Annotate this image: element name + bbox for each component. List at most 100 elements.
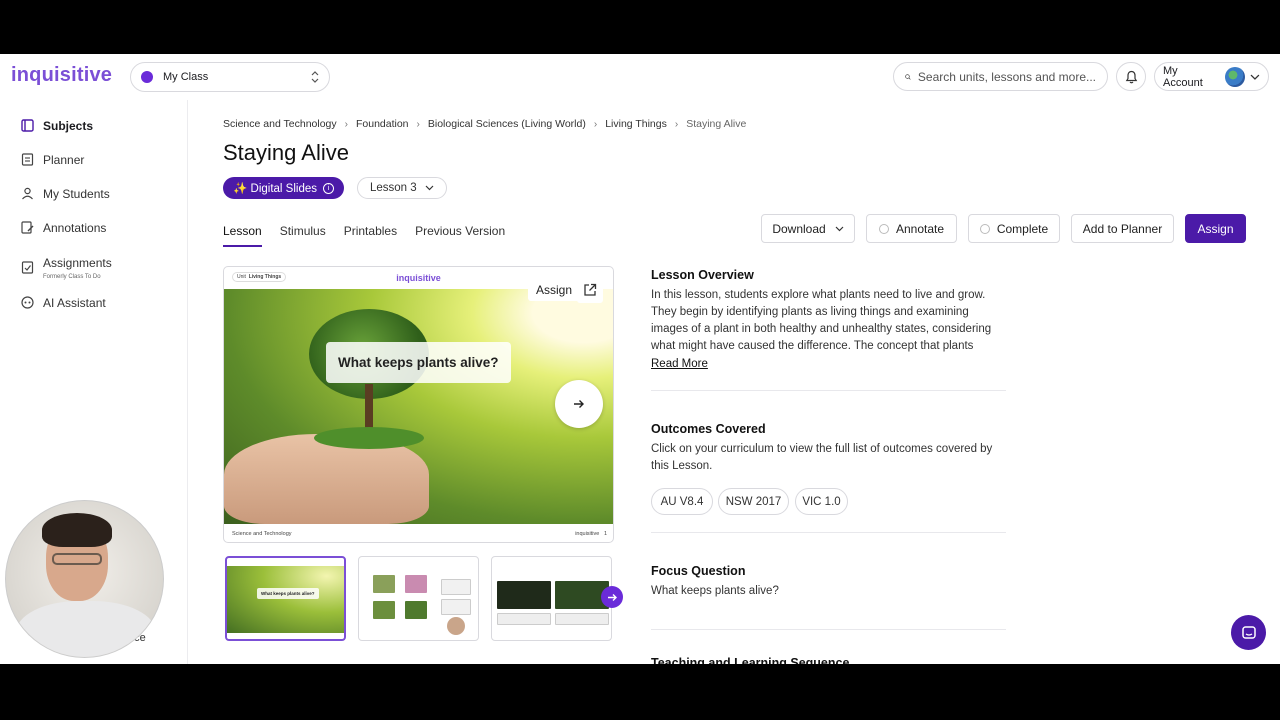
- slide-image: What keeps plants alive?: [224, 289, 613, 524]
- download-button[interactable]: Download: [761, 214, 855, 243]
- app-window: inquisitive My Class Search units, lesso…: [0, 54, 1280, 664]
- digital-slides-label: ✨ Digital Slides: [233, 183, 317, 195]
- breadcrumb-item[interactable]: Biological Sciences (Living World): [428, 118, 586, 130]
- slide-unit-tag-value: Living Things: [248, 274, 282, 280]
- lesson-overview-title: Lesson Overview: [651, 268, 754, 282]
- hands: [224, 434, 429, 524]
- lesson-selector-label: Lesson 3: [370, 182, 417, 194]
- class-color-dot: [141, 71, 153, 83]
- breadcrumb-item[interactable]: Foundation: [356, 118, 409, 130]
- search-input[interactable]: Search units, lessons and more...: [893, 62, 1108, 91]
- assign-label: Assign: [1197, 221, 1234, 236]
- thumbnail-photo: [373, 575, 395, 593]
- arrow-right-icon: [574, 400, 584, 408]
- lesson-selector[interactable]: Lesson 3: [357, 177, 447, 199]
- breadcrumb-current: Staying Alive: [686, 118, 747, 130]
- slide-next-button[interactable]: [555, 380, 603, 428]
- thumbnail-image: What keeps plants alive?: [227, 566, 344, 633]
- annotations-icon: [21, 221, 34, 234]
- brand-logo[interactable]: inquisitive: [11, 64, 112, 87]
- download-label: Download: [772, 221, 826, 236]
- chevron-right-icon: ›: [344, 118, 348, 130]
- outcome-chip-au[interactable]: AU V8.4: [651, 488, 713, 515]
- breadcrumb-item[interactable]: Science and Technology: [223, 118, 337, 130]
- focus-question-text: What keeps plants alive?: [651, 585, 779, 597]
- tab-stimulus[interactable]: Stimulus: [280, 224, 326, 247]
- divider: [651, 629, 1006, 630]
- breadcrumb-item[interactable]: Living Things: [605, 118, 667, 130]
- bell-icon: [1125, 70, 1137, 83]
- read-more-link[interactable]: Read More: [651, 358, 708, 370]
- slide-thumbnail[interactable]: [358, 556, 479, 641]
- grass-mound: [314, 427, 424, 449]
- assignments-icon: [21, 260, 34, 274]
- thumbnail-photo: [373, 601, 395, 619]
- thumbnail-photo: [405, 575, 427, 593]
- slide-thumbnail[interactable]: What keeps plants alive?: [225, 556, 346, 641]
- thumbnail-card: [497, 613, 551, 625]
- focus-question-title: Focus Question: [651, 564, 746, 578]
- ai-assistant-icon: [21, 296, 34, 309]
- subjects-icon: [21, 119, 34, 132]
- class-selector[interactable]: My Class: [130, 62, 330, 92]
- webcam-glasses: [52, 553, 102, 565]
- sidebar-item-sublabel: Formerly Class To Do: [43, 274, 101, 280]
- tab-printables[interactable]: Printables: [344, 224, 397, 247]
- add-to-planner-label: Add to Planner: [1082, 221, 1163, 236]
- thumbnail-card: [441, 599, 471, 615]
- divider: [651, 390, 1006, 391]
- slide-assign-button[interactable]: Assign: [528, 279, 581, 301]
- slide-footer: Science and Technology inquisitive 1: [224, 524, 613, 542]
- slide-footer-subject: Science and Technology: [232, 531, 292, 537]
- slide-unit-tag: Unit Living Things: [232, 272, 287, 282]
- webcam-overlay: [5, 500, 164, 658]
- add-to-planner-button[interactable]: Add to Planner: [1071, 214, 1174, 243]
- account-menu[interactable]: My Account: [1154, 62, 1269, 91]
- outcome-chip-vic[interactable]: VIC 1.0: [795, 488, 848, 515]
- notifications-button[interactable]: [1116, 62, 1146, 91]
- thumbnail-card: [441, 579, 471, 595]
- sidebar-item-label: Planner: [43, 152, 85, 167]
- outcome-chip-nsw[interactable]: NSW 2017: [718, 488, 789, 515]
- radio-circle-icon: [979, 223, 990, 234]
- search-icon: [905, 73, 911, 80]
- sidebar-item-label: Subjects: [43, 118, 94, 133]
- complete-label: Complete: [996, 221, 1049, 236]
- chevron-down-icon: [835, 226, 844, 231]
- sidebar-item-annotations[interactable]: Annotations: [20, 220, 106, 235]
- chevron-right-icon: ›: [416, 118, 420, 130]
- thumbnails-next-button[interactable]: [601, 586, 623, 608]
- slide-logo: inquisitive: [396, 273, 441, 283]
- top-bar: inquisitive My Class Search units, lesso…: [0, 54, 1280, 100]
- slide-footer-brand: inquisitive 1: [575, 531, 607, 537]
- slide-thumbnail[interactable]: [491, 556, 612, 641]
- webcam-hair: [42, 513, 112, 547]
- sidebar-item-label: Assignments: [43, 256, 112, 270]
- outcomes-text: Click on your curriculum to view the ful…: [651, 443, 993, 472]
- account-label: My Account: [1163, 64, 1203, 89]
- main-content: Science and Technology › Foundation › Bi…: [188, 100, 1280, 664]
- planner-icon: [21, 153, 34, 166]
- info-icon[interactable]: i: [323, 182, 334, 194]
- chat-support-button[interactable]: [1231, 615, 1266, 650]
- sidebar-item-my-students[interactable]: My Students: [20, 186, 110, 201]
- thumbnail-question: What keeps plants alive?: [257, 588, 319, 599]
- annotate-label: Annotate: [895, 221, 945, 236]
- open-external-button[interactable]: [577, 277, 603, 303]
- radio-circle-icon: [878, 223, 889, 234]
- digital-slides-button[interactable]: ✨ Digital Slides i: [223, 177, 344, 199]
- assign-button[interactable]: Assign: [1185, 214, 1246, 243]
- complete-button[interactable]: Complete: [968, 214, 1060, 243]
- slide-question: What keeps plants alive?: [326, 342, 511, 383]
- up-down-chevron-icon: [311, 71, 319, 83]
- lesson-overview-text: In this lesson, students explore what pl…: [651, 289, 992, 352]
- tab-lesson[interactable]: Lesson: [223, 224, 262, 247]
- sidebar-item-assignments[interactable]: Assignments Formerly Class To Do: [20, 254, 112, 280]
- annotate-button[interactable]: Annotate: [866, 214, 957, 243]
- sidebar-item-planner[interactable]: Planner: [20, 152, 84, 167]
- tab-previous-version[interactable]: Previous Version: [415, 224, 505, 247]
- sidebar-item-subjects[interactable]: Subjects: [20, 118, 93, 133]
- chevron-down-icon: [1250, 74, 1260, 80]
- sidebar-item-ai-assistant[interactable]: AI Assistant: [20, 295, 106, 310]
- slide-preview[interactable]: Unit Living Things inquisitive What keep…: [223, 266, 614, 543]
